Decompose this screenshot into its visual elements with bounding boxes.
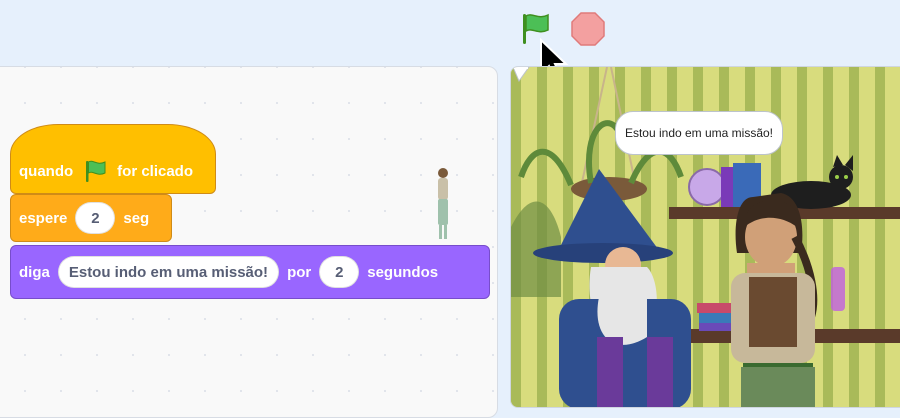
wait-unit: seg — [123, 209, 150, 227]
sprite-thumbnail[interactable] — [431, 165, 455, 241]
say-unit: segundos — [367, 263, 439, 281]
wait-block[interactable]: espere 2 seg — [10, 194, 172, 242]
code-area[interactable] — [0, 66, 498, 418]
stage[interactable]: Estou indo em uma missão! — [510, 66, 900, 408]
green-flag-icon — [86, 160, 106, 182]
wait-seconds-input[interactable]: 2 — [75, 202, 116, 234]
say-label: diga — [19, 263, 50, 281]
say-seconds-input[interactable]: 2 — [319, 256, 360, 288]
stop-sign-icon — [571, 12, 605, 46]
stop-button[interactable] — [570, 11, 606, 47]
when-flag-clicked-block[interactable]: quando for clicado — [10, 124, 216, 194]
hat-prefix: quando — [19, 162, 74, 180]
speech-bubble-tail — [512, 67, 530, 83]
wait-label: espere — [19, 209, 68, 227]
say-connector: por — [287, 263, 312, 281]
speech-bubble: Estou indo em uma missão! — [615, 111, 783, 155]
say-message-input[interactable]: Estou indo em uma missão! — [57, 256, 280, 288]
hat-suffix: for clicado — [117, 162, 194, 180]
say-for-secs-block[interactable]: diga Estou indo em uma missão! por 2 seg… — [10, 245, 490, 299]
